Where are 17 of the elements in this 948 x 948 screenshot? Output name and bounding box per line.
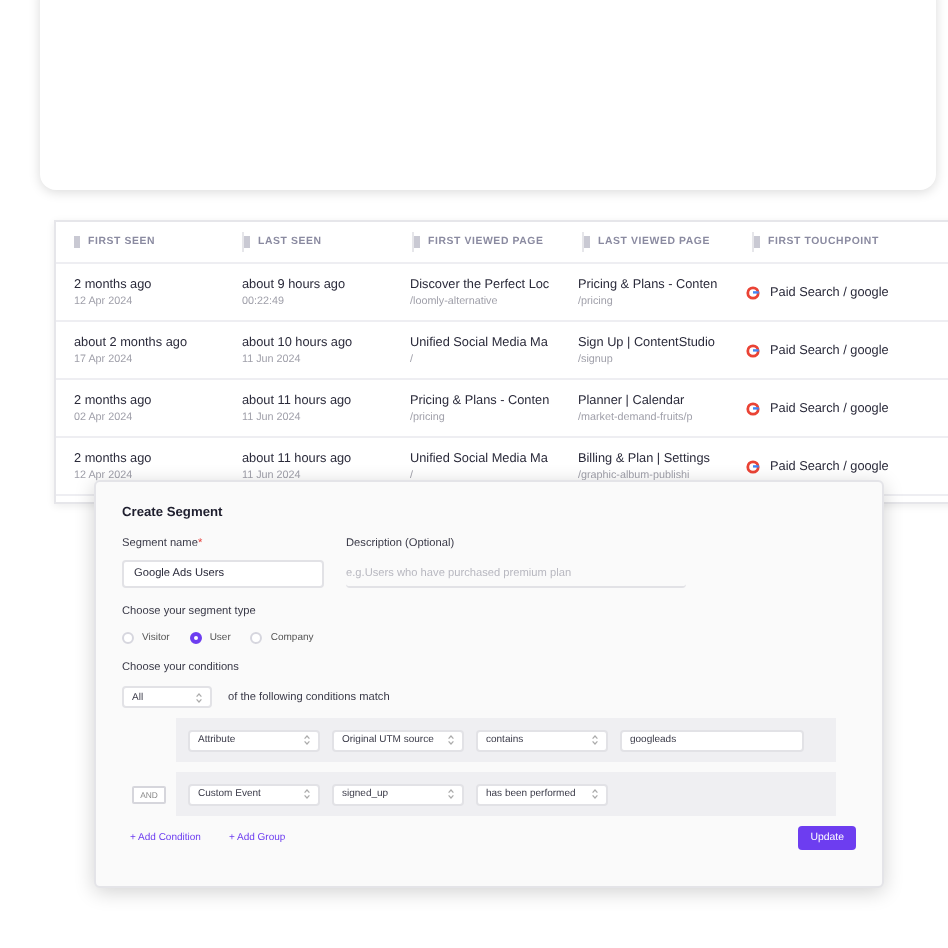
google-icon <box>746 459 760 473</box>
chevron-icon <box>304 734 310 746</box>
chevron-icon <box>304 788 310 800</box>
chevron-icon <box>448 788 454 800</box>
chevron-icon <box>196 691 202 703</box>
radio-button[interactable] <box>189 632 202 644</box>
grip-icon <box>754 236 760 248</box>
grip-icon <box>414 236 420 248</box>
grip-icon <box>74 236 80 248</box>
chevron-icon <box>592 734 598 746</box>
grip-icon <box>244 236 250 248</box>
chevron-icon <box>448 734 454 746</box>
google-icon <box>746 343 760 357</box>
google-icon <box>746 401 760 415</box>
grip-icon <box>584 236 590 248</box>
google-icon <box>746 285 760 299</box>
chevron-icon <box>592 788 598 800</box>
